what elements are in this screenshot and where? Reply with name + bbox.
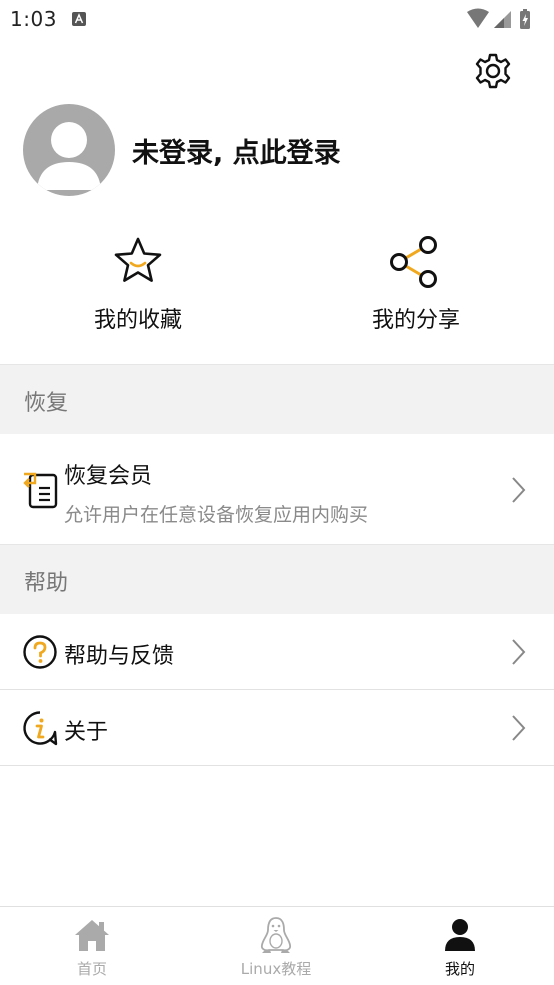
login-prompt[interactable]: 未登录, 点此登录	[132, 131, 341, 170]
restore-membership-row[interactable]: 恢复会员 允许用户在任意设备恢复应用内购买	[0, 434, 554, 544]
nav-linux-tutorial-label: Linux教程	[240, 960, 312, 978]
section-title-help: 帮助	[24, 571, 69, 596]
favorites-label: 我的收藏	[93, 308, 182, 333]
about-row[interactable]: 关于	[0, 690, 554, 766]
signal-icon	[494, 11, 511, 28]
penguin-icon	[260, 917, 292, 953]
restore-icon	[23, 472, 58, 509]
info-icon	[23, 711, 58, 746]
battery-icon	[520, 9, 530, 29]
home-icon	[75, 920, 109, 951]
section-header-restore: 恢复	[0, 364, 554, 434]
share-icon	[390, 236, 437, 288]
nav-linux-tutorial[interactable]: Linux教程	[184, 907, 368, 985]
avatar[interactable]	[23, 104, 115, 196]
gear-icon	[475, 53, 511, 89]
help-feedback-row[interactable]: 帮助与反馈	[0, 614, 554, 690]
section-title-restore: 恢复	[24, 391, 69, 416]
star-icon	[114, 237, 162, 282]
share-button[interactable]: 我的分享	[326, 232, 506, 342]
chevron-right-icon	[512, 715, 526, 741]
nav-home-label: 首页	[76, 960, 107, 978]
help-question-icon	[23, 635, 57, 669]
status-icons	[467, 8, 530, 29]
share-label: 我的分享	[371, 308, 460, 333]
favorites-button[interactable]: 我的收藏	[48, 232, 228, 342]
restore-membership-subtitle: 允许用户在任意设备恢复应用内购买	[64, 504, 369, 526]
about-label: 关于	[64, 720, 109, 745]
notification-a-icon	[72, 12, 86, 26]
restore-membership-title: 恢复会员	[64, 464, 153, 489]
nav-mine[interactable]: 我的	[368, 907, 552, 985]
section-header-help: 帮助	[0, 544, 554, 614]
bottom-navigation: 首页 Linux教程 我的	[0, 906, 554, 984]
help-feedback-label: 帮助与反馈	[64, 644, 175, 669]
nav-mine-label: 我的	[444, 960, 475, 978]
wifi-icon	[467, 8, 489, 28]
status-bar: 1:03	[0, 0, 554, 38]
chevron-right-icon	[512, 639, 526, 665]
settings-button[interactable]	[470, 48, 516, 94]
chevron-right-icon	[512, 477, 526, 503]
user-avatar-icon	[37, 122, 101, 190]
status-time: 1:03	[10, 7, 57, 31]
nav-home[interactable]: 首页	[0, 907, 184, 985]
person-icon	[445, 919, 475, 951]
